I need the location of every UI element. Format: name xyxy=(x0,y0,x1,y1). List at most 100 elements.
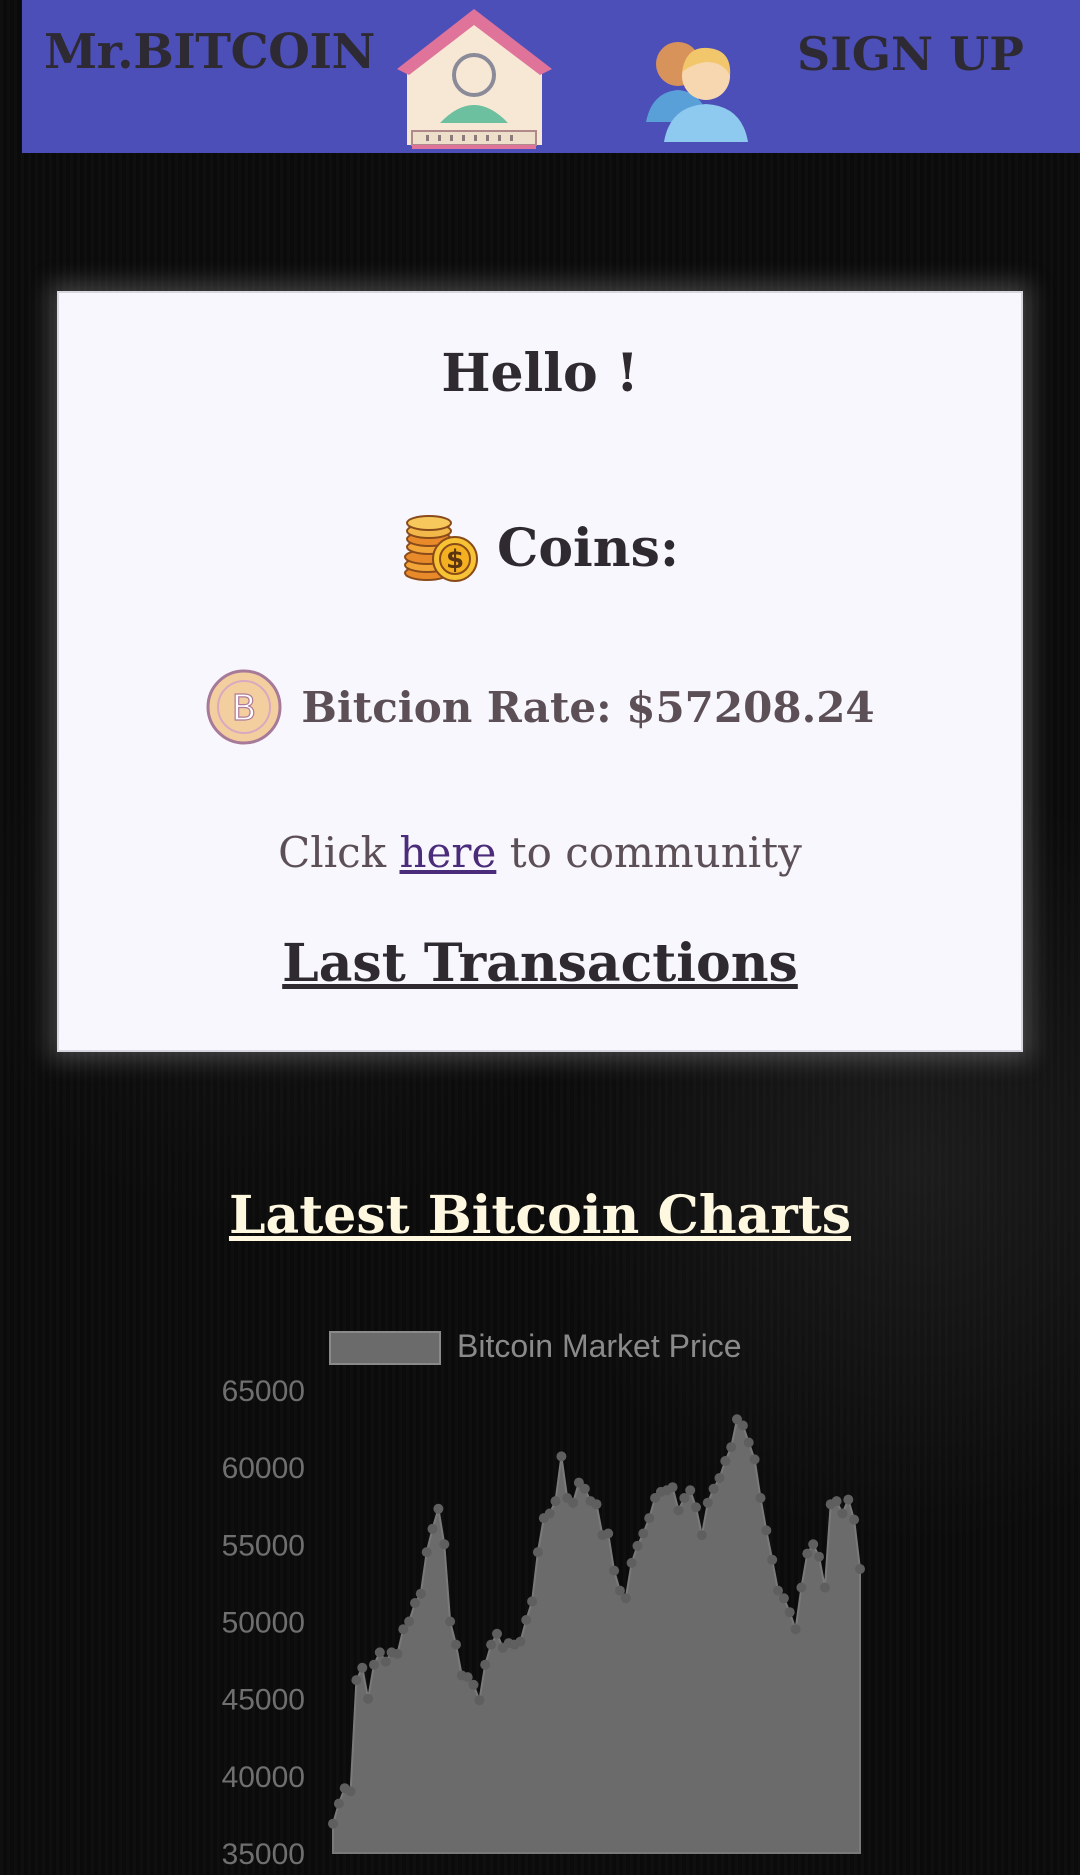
data-point[interactable] xyxy=(755,1493,766,1503)
data-point[interactable] xyxy=(603,1528,614,1539)
coins-row: $ Coins: xyxy=(59,508,1021,588)
data-point[interactable] xyxy=(328,1818,338,1829)
data-point[interactable] xyxy=(369,1659,379,1670)
svg-text:B: B xyxy=(232,688,257,729)
data-point[interactable] xyxy=(527,1596,538,1607)
y-tick-label: 60000 xyxy=(222,1452,305,1485)
data-point[interactable] xyxy=(415,1588,426,1599)
svg-text:$: $ xyxy=(446,545,464,575)
data-point[interactable] xyxy=(778,1593,789,1604)
data-point[interactable] xyxy=(696,1530,707,1541)
home-user-icon[interactable] xyxy=(392,5,557,150)
data-point[interactable] xyxy=(550,1496,561,1507)
data-point[interactable] xyxy=(702,1497,713,1508)
data-point[interactable] xyxy=(808,1539,819,1550)
data-point[interactable] xyxy=(591,1499,602,1510)
data-point[interactable] xyxy=(673,1505,684,1516)
data-point[interactable] xyxy=(609,1565,620,1576)
data-point[interactable] xyxy=(708,1483,719,1494)
data-point[interactable] xyxy=(544,1508,555,1519)
data-point[interactable] xyxy=(849,1514,860,1525)
y-tick-label: 50000 xyxy=(222,1607,305,1640)
data-point[interactable] xyxy=(351,1675,362,1686)
brand-logo[interactable]: Mr.BITCOIN xyxy=(44,24,375,80)
data-point[interactable] xyxy=(421,1547,432,1558)
y-tick-label: 40000 xyxy=(222,1761,305,1794)
data-point[interactable] xyxy=(515,1636,526,1647)
data-point[interactable] xyxy=(404,1616,415,1627)
data-point[interactable] xyxy=(737,1420,748,1431)
data-point[interactable] xyxy=(761,1525,772,1536)
chart-canvas: Bitcoin Market Price 65000 60000 55000 5000… xyxy=(222,1328,865,1871)
y-tick-label: 65000 xyxy=(222,1375,305,1408)
data-point[interactable] xyxy=(638,1528,649,1539)
top-navbar: Mr.BITCOIN SIGN UP xyxy=(22,0,1080,153)
data-point[interactable] xyxy=(685,1485,696,1496)
data-point[interactable] xyxy=(568,1497,579,1508)
data-point[interactable] xyxy=(492,1628,502,1639)
last-transactions-heading: Last Transactions xyxy=(282,933,798,994)
data-point[interactable] xyxy=(620,1593,631,1604)
data-point[interactable] xyxy=(486,1639,497,1650)
community-suffix: to community xyxy=(509,828,802,877)
y-tick-label: 55000 xyxy=(222,1529,305,1562)
data-point[interactable] xyxy=(474,1695,485,1706)
bitcoin-price-chart: Bitcoin Market Price 65000 60000 55000 5000… xyxy=(0,1300,1080,1875)
data-point[interactable] xyxy=(644,1513,655,1524)
series-area-fill xyxy=(332,1417,861,1854)
data-point[interactable] xyxy=(743,1437,754,1448)
data-point[interactable] xyxy=(843,1494,854,1505)
data-point[interactable] xyxy=(855,1564,865,1574)
data-point[interactable] xyxy=(392,1648,403,1659)
y-tick-label: 35000 xyxy=(222,1838,305,1871)
data-point[interactable] xyxy=(357,1662,368,1673)
data-point[interactable] xyxy=(380,1656,391,1667)
coin-stack-icon: $ xyxy=(403,515,478,582)
data-point[interactable] xyxy=(439,1539,450,1550)
data-point[interactable] xyxy=(796,1582,807,1593)
data-point[interactable] xyxy=(667,1482,678,1493)
data-point[interactable] xyxy=(521,1615,532,1625)
data-point[interactable] xyxy=(784,1607,795,1618)
y-axis: 65000 60000 55000 50000 45000 40000 35000 xyxy=(222,1375,305,1871)
data-point[interactable] xyxy=(410,1598,420,1608)
data-point[interactable] xyxy=(749,1454,760,1465)
data-point[interactable] xyxy=(433,1503,444,1514)
data-point[interactable] xyxy=(445,1616,456,1627)
data-point[interactable] xyxy=(819,1582,830,1593)
dashboard-card: Hello ! $ Coins: B Bitcion Rate: $57208. xyxy=(57,291,1023,1052)
users-icon[interactable] xyxy=(642,32,752,144)
data-point[interactable] xyxy=(345,1786,356,1797)
signup-link[interactable]: SIGN UP xyxy=(797,27,1024,81)
data-point[interactable] xyxy=(691,1502,701,1513)
data-point[interactable] xyxy=(579,1483,590,1494)
charts-heading: Latest Bitcoin Charts xyxy=(228,1185,852,1246)
data-point[interactable] xyxy=(831,1496,842,1507)
data-point[interactable] xyxy=(626,1557,637,1568)
coins-label: Coins: xyxy=(496,517,680,579)
data-point[interactable] xyxy=(814,1551,824,1562)
data-point[interactable] xyxy=(532,1547,543,1558)
data-point[interactable] xyxy=(556,1451,567,1462)
data-point[interactable] xyxy=(427,1523,438,1534)
data-point[interactable] xyxy=(374,1647,385,1658)
data-point[interactable] xyxy=(726,1442,737,1453)
bitcoin-rate-text: Bitcion Rate: $57208.24 xyxy=(301,682,875,732)
series-area xyxy=(328,1414,865,1854)
community-link[interactable]: here xyxy=(400,828,497,877)
data-point[interactable] xyxy=(837,1508,848,1519)
legend-swatch[interactable] xyxy=(329,1331,441,1365)
data-point[interactable] xyxy=(802,1548,813,1559)
data-point[interactable] xyxy=(363,1693,374,1704)
y-tick-label: 45000 xyxy=(222,1684,305,1717)
data-point[interactable] xyxy=(790,1624,801,1635)
data-point[interactable] xyxy=(333,1798,344,1809)
data-point[interactable] xyxy=(714,1473,725,1483)
data-point[interactable] xyxy=(767,1554,778,1565)
data-point[interactable] xyxy=(632,1540,643,1551)
data-point[interactable] xyxy=(720,1456,731,1466)
legend-label[interactable]: Bitcoin Market Price xyxy=(457,1328,742,1364)
data-point[interactable] xyxy=(480,1659,491,1670)
data-point[interactable] xyxy=(451,1639,461,1650)
data-point[interactable] xyxy=(468,1679,479,1690)
